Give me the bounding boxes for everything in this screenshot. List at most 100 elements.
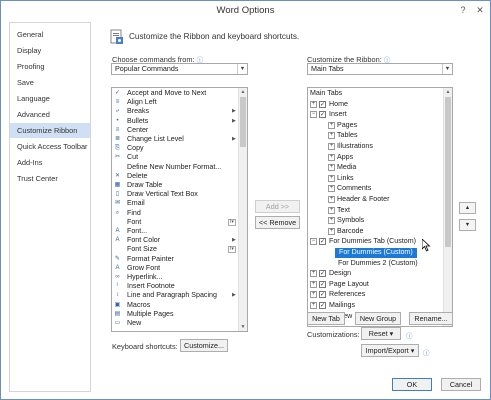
command-item[interactable]: Define New Number Format... [112, 163, 238, 172]
reset-button[interactable]: Reset ▾ [361, 327, 401, 340]
ok-button[interactable]: OK [392, 378, 432, 391]
nav-item-language[interactable]: Language [10, 91, 90, 106]
nav-item-advanced[interactable]: Advanced [10, 107, 90, 122]
tab-checkbox[interactable]: ✓ [319, 100, 326, 108]
tree-item[interactable]: + Tables [308, 131, 444, 141]
scroll-up-icon[interactable]: ▲ [444, 88, 452, 96]
command-item[interactable]: ≡ Align Left [112, 98, 238, 107]
chevron-down-icon[interactable]: ▼ [442, 64, 452, 74]
command-item[interactable]: ▣ Macros [112, 301, 238, 310]
expand-icon[interactable]: + [328, 143, 335, 150]
expand-icon[interactable]: + [310, 302, 317, 309]
scroll-thumb[interactable] [240, 97, 246, 147]
expand-icon[interactable]: + [310, 291, 317, 299]
expand-icon[interactable]: + [328, 153, 335, 161]
command-item[interactable]: ⌕ Find [112, 209, 238, 218]
command-item[interactable]: ✂ Cut [112, 153, 238, 162]
move-down-button[interactable]: ▼ [459, 219, 476, 231]
command-item[interactable]: Font I▾ [112, 218, 238, 227]
import-export-button[interactable]: Import/Export ▾ [361, 344, 419, 357]
new-group-button[interactable]: New Group [355, 312, 401, 325]
nav-item-customize-ribbon[interactable]: Customize Ribbon [10, 123, 90, 138]
tree-item[interactable]: + Header & Footer [308, 195, 444, 205]
command-item[interactable]: ⤶ Breaks ▶ [112, 107, 238, 116]
nav-item-add-ins[interactable]: Add-Ins [10, 155, 90, 170]
close-icon[interactable]: ✕ [473, 4, 487, 16]
collapse-icon[interactable]: − [310, 238, 317, 246]
nav-item-display[interactable]: Display [10, 43, 90, 58]
command-item[interactable]: A Font Color ▶ [112, 236, 238, 245]
command-item[interactable]: ≣ Change List Level ▶ [112, 135, 238, 144]
command-item[interactable]: ✉ Email [112, 199, 238, 208]
commands-list[interactable]: ▲ ▼ ✓ Accept and Move to Next ≡ Align Left ⤶… [111, 87, 248, 332]
tree-item[interactable]: + ✓ Page Layout [308, 280, 444, 290]
tree-item[interactable]: + Apps [308, 153, 444, 163]
expand-icon[interactable]: + [310, 280, 317, 288]
command-item[interactable]: A Font... [112, 227, 238, 236]
command-item[interactable]: ▤ Multiple Pages [112, 310, 238, 319]
expand-icon[interactable]: + [328, 196, 335, 203]
expand-icon[interactable]: + [328, 217, 335, 225]
ribbon-tabs-tree[interactable]: ▲ ▼ Main Tabs+✓Home−✓Insert+Pages+Tables… [307, 87, 453, 327]
command-item[interactable]: ⎘ Copy [112, 144, 238, 153]
tree-item[interactable]: For Dummies 2 (Custom) [308, 259, 444, 269]
tree-item[interactable]: + Illustrations [308, 142, 444, 152]
tree-item[interactable]: + Pages [308, 121, 444, 131]
command-item[interactable]: ▦ Draw Table [112, 181, 238, 190]
command-item[interactable]: A Grow Font [112, 264, 238, 273]
choose-commands-dropdown[interactable]: Popular Commands ▼ [111, 63, 248, 75]
new-tab-button[interactable]: New Tab [307, 312, 345, 325]
tree-item[interactable]: + ✓ Design [308, 269, 444, 279]
tab-checkbox[interactable]: ✓ [319, 302, 326, 309]
nav-item-trust-center[interactable]: Trust Center [10, 171, 90, 186]
tab-checkbox[interactable]: ✓ [319, 111, 326, 119]
tab-checkbox[interactable]: ✓ [319, 238, 326, 246]
tab-checkbox[interactable]: ✓ [319, 280, 326, 288]
collapse-icon[interactable]: − [310, 111, 317, 119]
tree-item[interactable]: + Comments [308, 184, 444, 194]
nav-item-quick-access-toolbar[interactable]: Quick Access Toolbar [10, 139, 90, 154]
tree-item[interactable]: + Text [308, 206, 444, 216]
tree-item[interactable]: − ✓ Insert [308, 110, 444, 120]
move-up-button[interactable]: ▲ [459, 202, 476, 214]
tree-item[interactable]: + ✓ Home [308, 100, 444, 110]
commands-scrollbar[interactable]: ▲ ▼ [238, 88, 247, 331]
remove-button[interactable]: << Remove [255, 216, 300, 229]
tree-scrollbar[interactable]: ▲ ▼ [443, 88, 452, 326]
nav-item-general[interactable]: General [10, 27, 90, 42]
add-button[interactable]: Add >> [255, 200, 300, 213]
command-item[interactable]: ✓ Accept and Move to Next [112, 89, 238, 98]
nav-item-save[interactable]: Save [10, 75, 90, 90]
expand-icon[interactable]: + [328, 227, 335, 235]
tree-item[interactable]: + Barcode [308, 227, 444, 237]
expand-icon[interactable]: + [310, 270, 317, 278]
tree-item[interactable]: + Symbols [308, 216, 444, 226]
scroll-up-icon[interactable]: ▲ [239, 88, 247, 96]
expand-icon[interactable]: + [328, 185, 335, 193]
chevron-down-icon[interactable]: ▼ [237, 64, 247, 74]
help-icon[interactable]: ? [456, 4, 470, 16]
command-item[interactable]: Font Size I▾ [112, 245, 238, 254]
expand-icon[interactable]: + [328, 174, 335, 182]
command-item[interactable]: ∞ Hyperlink... [112, 273, 238, 282]
scroll-thumb[interactable] [445, 97, 451, 247]
expand-icon[interactable]: + [328, 164, 335, 172]
scroll-down-icon[interactable]: ▼ [239, 323, 247, 331]
tree-item[interactable]: + Media [308, 163, 444, 173]
tab-checkbox[interactable]: ✓ [319, 291, 326, 299]
tree-item[interactable]: + ✓ Mailings [308, 301, 444, 311]
tree-item[interactable]: + ✓ References [308, 290, 444, 300]
expand-icon[interactable]: + [310, 100, 317, 108]
command-item[interactable]: • Bullets ▶ [112, 117, 238, 126]
command-item[interactable]: ≡ Center [112, 126, 238, 135]
tab-checkbox[interactable]: ✓ [319, 270, 326, 278]
command-item[interactable]: ✕ Delete [112, 172, 238, 181]
tree-item[interactable]: + Links [308, 174, 444, 184]
expand-icon[interactable]: + [328, 121, 335, 129]
command-item[interactable]: ▯ Draw Vertical Text Box [112, 190, 238, 199]
expand-icon[interactable]: + [328, 206, 335, 214]
command-item[interactable]: ✎ Format Painter [112, 255, 238, 264]
nav-item-proofing[interactable]: Proofing [10, 59, 90, 74]
command-item[interactable]: ▭ New [112, 319, 238, 328]
command-item[interactable]: ↕ Line and Paragraph Spacing ▶ [112, 291, 238, 300]
